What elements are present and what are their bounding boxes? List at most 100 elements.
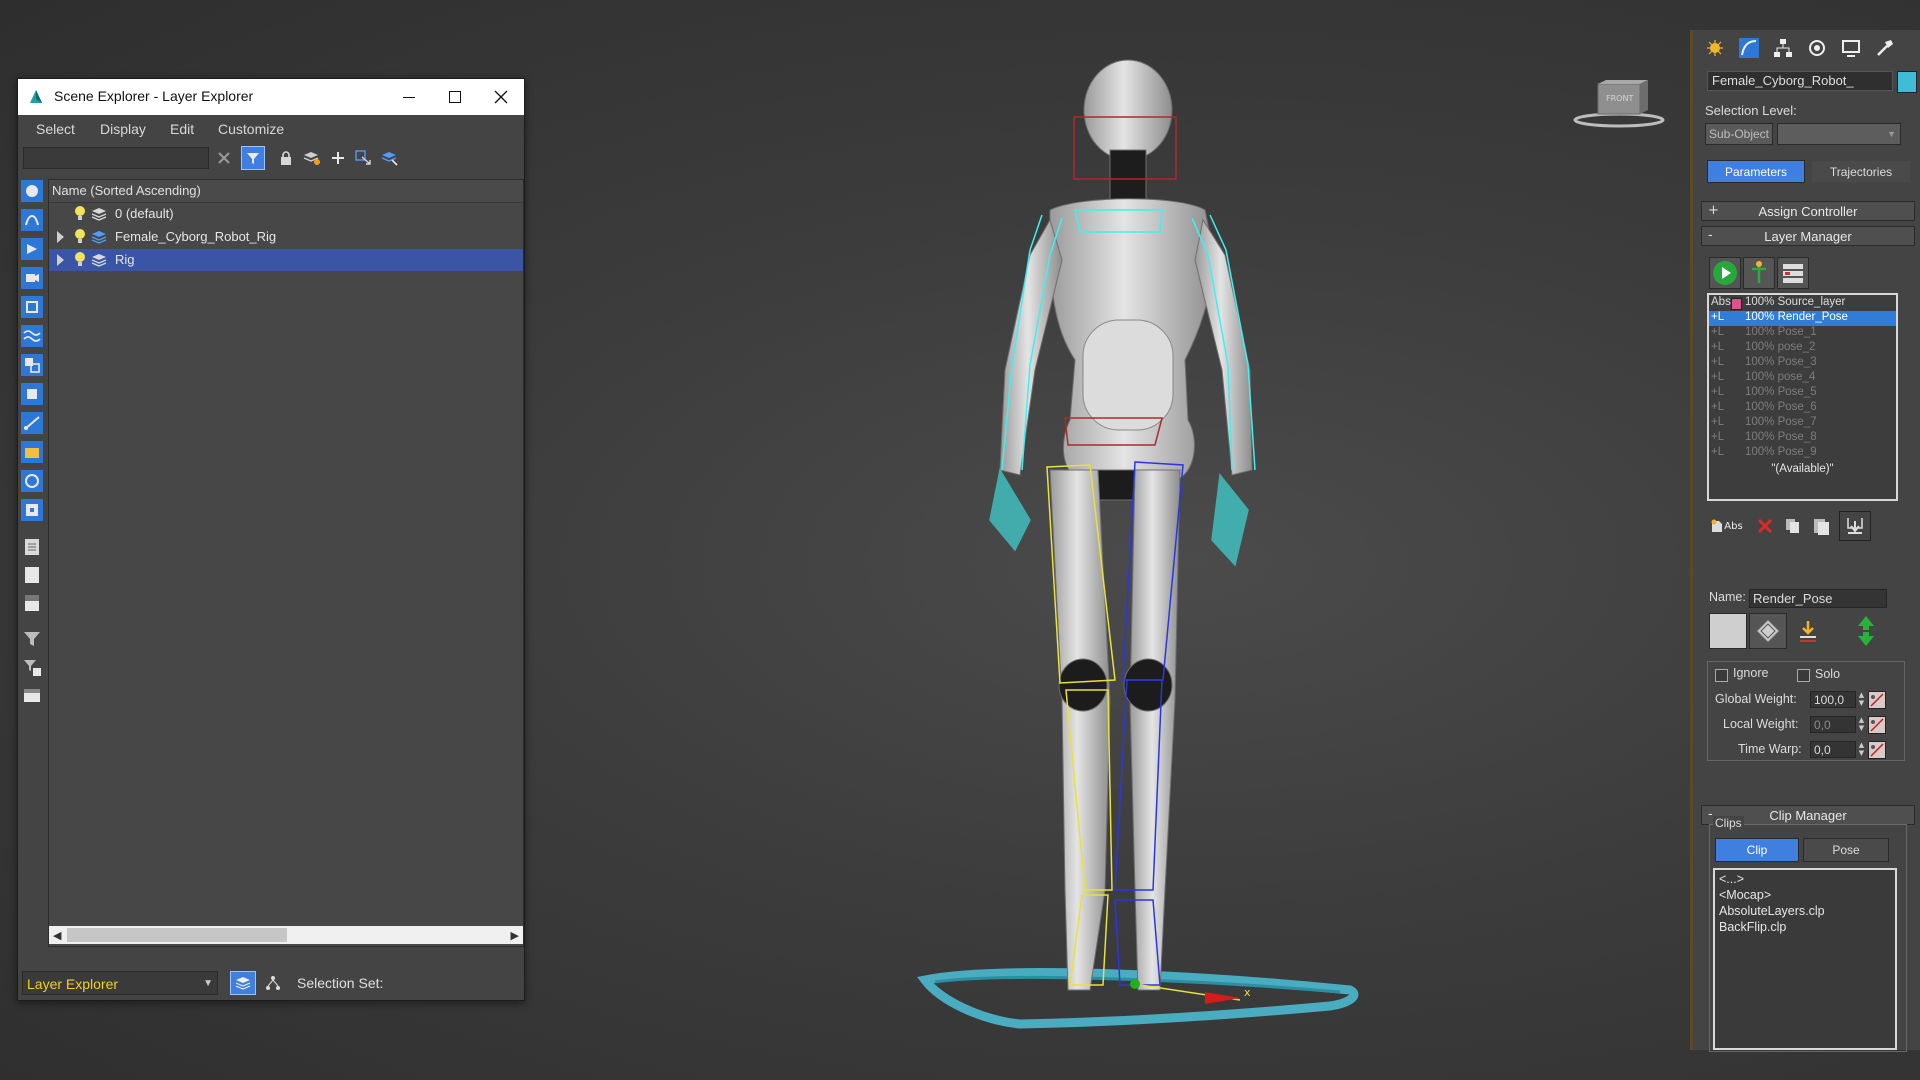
layer-properties-button[interactable] (1777, 257, 1809, 289)
solo-checkbox[interactable] (1797, 669, 1810, 682)
display-containers-icon[interactable] (21, 441, 43, 463)
find-input[interactable] (23, 147, 209, 169)
layer-list-row[interactable]: +L 100% Pose_1 (1709, 326, 1896, 341)
layer-list-row[interactable]: +L 100% Pose_8 (1709, 431, 1896, 446)
layer-name-input[interactable]: Render_Pose (1749, 589, 1887, 608)
collapse-layer-button[interactable] (1839, 511, 1871, 541)
object-name-field[interactable]: Female_Cyborg_Robot_ (1707, 71, 1893, 91)
name-column-header[interactable]: Name (Sorted Ascending) (49, 180, 523, 203)
display-all-icon[interactable] (21, 536, 43, 558)
available-slot[interactable]: "(Available)" (1709, 463, 1896, 478)
layer-manager-rollout[interactable]: - Layer Manager (1701, 226, 1915, 246)
pose-tab-button[interactable]: Pose (1803, 838, 1889, 862)
display-none-icon[interactable] (21, 564, 43, 586)
time-warp-spinner[interactable]: ▲ ▼ (1857, 741, 1866, 758)
display-spacewarps-icon[interactable] (21, 325, 43, 347)
expand-arrow-icon[interactable] (57, 254, 64, 266)
hierarchy-tab[interactable] (1769, 36, 1797, 60)
local-weight-spinner[interactable]: ▲ ▼ (1857, 716, 1866, 733)
clip-item[interactable]: BackFlip.clp (1719, 920, 1786, 934)
global-weight-key-button[interactable] (1868, 691, 1886, 709)
layer-list-row[interactable]: Abs 100% Source_layer (1709, 296, 1896, 311)
play-layer-button[interactable] (1709, 257, 1741, 289)
add-selected-button[interactable] (328, 148, 348, 168)
scrollbar-thumb[interactable] (67, 928, 287, 942)
lock-button[interactable] (276, 148, 296, 168)
display-lights-icon[interactable] (21, 238, 43, 260)
global-weight-spinner[interactable]: ▲ ▼ (1857, 691, 1866, 708)
clear-find-button[interactable] (214, 148, 234, 168)
display-shapes-icon[interactable] (21, 209, 43, 231)
display-frozen-icon[interactable] (21, 470, 43, 492)
layer-list-row[interactable]: +L 100% Render_Pose (1709, 311, 1896, 326)
display-groups-icon[interactable] (21, 354, 43, 376)
scroll-right-icon[interactable]: ▶ (511, 929, 519, 942)
trajectories-tab-button[interactable]: Trajectories (1811, 160, 1911, 183)
assign-controller-rollout[interactable]: + Assign Controller (1701, 201, 1915, 221)
display-cameras-icon[interactable] (21, 267, 43, 289)
sub-object-button[interactable]: Sub-Object (1705, 123, 1773, 145)
collapse-to-layer-button[interactable] (1789, 613, 1827, 649)
object-color-swatch[interactable] (1897, 71, 1917, 93)
filter-funnel-icon[interactable] (21, 628, 43, 650)
parameters-tab-button[interactable]: Parameters (1707, 160, 1805, 183)
display-bones-icon[interactable] (21, 412, 43, 434)
maximize-button[interactable] (432, 79, 478, 115)
sort-by-layer-button[interactable] (230, 971, 256, 995)
viewcube[interactable]: FRONT (1572, 80, 1666, 130)
display-children-icon[interactable] (21, 684, 43, 706)
clip-item[interactable]: <Mocap> (1719, 888, 1771, 902)
time-warp-input[interactable]: 0,0 (1810, 741, 1856, 758)
modify-tab[interactable] (1735, 36, 1763, 60)
delete-layer-button[interactable] (1751, 513, 1779, 539)
animation-layer-list[interactable]: Abs 100% Source_layer +L 100% Render_Pos… (1707, 293, 1898, 501)
highlight-selected-button[interactable] (380, 148, 400, 168)
layer-list-row[interactable]: +L 100% Pose_5 (1709, 386, 1896, 401)
layer-row-female-cyborg-robot-rig[interactable]: Female_Cyborg_Robot_Rig (49, 226, 523, 248)
layer-list-row[interactable]: +L 100% pose_2 (1709, 341, 1896, 356)
paste-layer-button[interactable] (1807, 513, 1835, 539)
create-tab[interactable] (1701, 36, 1729, 60)
lightbulb-icon[interactable] (73, 228, 87, 246)
time-warp-key-button[interactable] (1868, 741, 1886, 759)
global-weight-input[interactable]: 100,0 (1810, 691, 1856, 708)
scroll-left-icon[interactable]: ◀ (53, 929, 61, 942)
clip-list[interactable]: <...> <Mocap> AbsoluteLayers.clp BackFli… (1713, 868, 1897, 1050)
ignore-checkbox[interactable] (1715, 669, 1728, 682)
layer-row-default[interactable]: 0 (default) (49, 203, 523, 225)
menu-select[interactable]: Select (36, 121, 75, 137)
menu-display[interactable]: Display (100, 121, 146, 137)
clip-item[interactable]: AbsoluteLayers.clp (1719, 904, 1825, 918)
motion-tab[interactable] (1803, 36, 1831, 60)
utilities-tab[interactable] (1871, 36, 1899, 60)
explorer-title-bar[interactable]: Scene Explorer - Layer Explorer (18, 79, 524, 115)
select-children-button[interactable] (354, 148, 374, 168)
layer-list-row[interactable]: +L 100% pose_4 (1709, 371, 1896, 386)
layer-list-row[interactable]: +L 100% Pose_3 (1709, 356, 1896, 371)
move-layer-updown-button[interactable] (1847, 611, 1885, 651)
layer-hierarchy-button[interactable] (1743, 257, 1775, 289)
menu-edit[interactable]: Edit (170, 121, 194, 137)
local-weight-key-button[interactable] (1868, 716, 1886, 734)
display-hidden-icon[interactable] (21, 499, 43, 521)
lightbulb-icon[interactable] (73, 205, 87, 223)
add-layer-button[interactable]: Abs (1707, 513, 1747, 539)
filter-settings-icon[interactable] (21, 656, 43, 678)
minimize-button[interactable] (386, 79, 432, 115)
explorer-type-dropdown[interactable]: Layer Explorer ▼ (22, 971, 218, 995)
layer-color-button[interactable] (1709, 613, 1747, 649)
clip-item[interactable]: <...> (1719, 872, 1744, 886)
layer-key-mode-button[interactable] (1749, 613, 1787, 649)
display-tab[interactable] (1837, 36, 1865, 60)
new-layer-button[interactable] (302, 148, 322, 168)
sub-object-dropdown[interactable]: ▼ (1777, 123, 1901, 145)
display-xrefs-icon[interactable] (21, 383, 43, 405)
display-helpers-icon[interactable] (21, 296, 43, 318)
display-geometry-icon[interactable] (21, 180, 43, 202)
invert-display-icon[interactable] (21, 592, 43, 614)
menu-customize[interactable]: Customize (218, 121, 284, 137)
local-weight-input[interactable]: 0,0 (1810, 716, 1856, 733)
close-button[interactable] (478, 79, 524, 115)
layer-list-row[interactable]: +L 100% Pose_9 (1709, 446, 1896, 461)
layer-row-rig[interactable]: Rig (49, 249, 523, 271)
